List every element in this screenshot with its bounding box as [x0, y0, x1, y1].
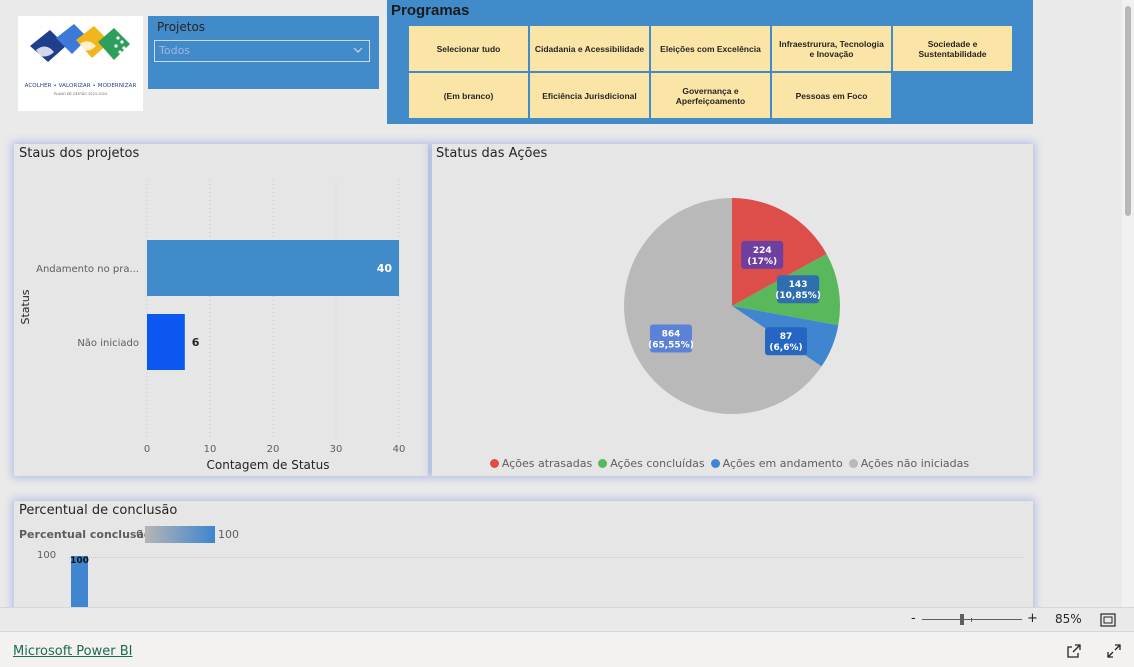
logo-graphic: [30, 24, 130, 62]
x-tick-label: 30: [330, 444, 343, 455]
pie-label-percent: (6,6%): [769, 343, 802, 353]
y-category-label: Não iniciado: [77, 338, 139, 349]
status-acoes-chart: 224(17%) 143(10,85%) 87(6,6%) 864(65,55%): [624, 198, 840, 414]
zoom-bar: - + 85%: [0, 607, 1134, 631]
projetos-dropdown-value: Todos: [159, 44, 191, 57]
legend-marker: [489, 459, 499, 468]
gradient-legend-label: Percentual conclusão: [19, 528, 152, 541]
gradient-legend-bar: [145, 526, 215, 543]
program-chip-governanca[interactable]: Governança e Aperfeiçoamento: [651, 73, 770, 118]
bar-data-label: 6: [192, 336, 200, 349]
legend-label: Ações em andamento: [722, 457, 843, 470]
pie-label-percent: (10,85%): [775, 291, 821, 301]
logo: ACOLHER • VALORIZAR • MODERNIZAR PLANO D…: [18, 16, 143, 111]
pie-label-percent: (17%): [747, 257, 777, 267]
percentual-card: Percentual de conclusão Percentual concl…: [14, 501, 1033, 607]
y-category-label: Andamento no pra...: [36, 264, 139, 275]
report-canvas: ACOLHER • VALORIZAR • MODERNIZAR PLANO D…: [0, 0, 1134, 607]
legend-label: Ações atrasadas: [501, 457, 593, 470]
zoom-level: 85%: [1055, 612, 1082, 626]
footer: Microsoft Power BI: [0, 631, 1134, 667]
pie-label-percent: (65,55%): [648, 340, 694, 350]
percentual-title: Percentual de conclusão: [19, 503, 178, 518]
legend-label: Ações concluídas: [610, 457, 705, 470]
status-acoes-card: Status das Ações 224 (17%) 143 (10,85%) 87 (6…: [432, 144, 1033, 476]
programas-title: Programas: [391, 2, 470, 19]
program-chip-eleicoes[interactable]: Eleições com Excelência: [651, 26, 770, 71]
program-chip-pessoas[interactable]: Pessoas em Foco: [772, 73, 891, 118]
logo-caption: ACOLHER • VALORIZAR • MODERNIZAR: [24, 83, 137, 89]
legend-item[interactable]: Ações não iniciadas: [848, 457, 970, 470]
logo-subcaption: PLANO DE GESTÃO 2023-2024: [53, 92, 108, 96]
pie-label-value: 143: [789, 280, 808, 290]
programas-slicer: Programas Selecionar tudo Cidadania e Ac…: [387, 0, 1033, 124]
scrollbar-thumb[interactable]: [1125, 6, 1131, 216]
legend-marker: [710, 459, 720, 468]
power-bi-link[interactable]: Microsoft Power BI: [13, 644, 132, 659]
y-axis-title: Status: [19, 289, 32, 324]
status-acoes-legend: Ações atrasadas Ações concluídas Ações em …: [432, 453, 1033, 472]
projetos-slicer-title: Projetos: [157, 20, 206, 34]
status-projetos-chart: 0 10 20 30 40 Andamento no pra... 40 Não inicia…: [19, 180, 406, 472]
program-chip-infraestrutura[interactable]: Infraestrurura, Tecnologia e Inovação: [772, 26, 891, 71]
bar[interactable]: [147, 240, 399, 296]
legend-item[interactable]: Ações concluídas: [598, 457, 705, 470]
chevron-down-icon: [353, 47, 363, 53]
gradient-legend-max: 100: [218, 528, 239, 541]
bar-data-label: 40: [377, 262, 393, 275]
zoom-slider-thumb[interactable]: [960, 614, 964, 625]
fit-to-page-icon[interactable]: [1100, 613, 1116, 627]
status-projetos-card: Staus dos projetos 0 10 20 30 40 Andamento no…: [14, 144, 428, 476]
x-tick-label: 10: [204, 444, 217, 455]
zoom-slider-track[interactable]: [922, 619, 1022, 620]
program-chip-sociedade[interactable]: Sociedade e Sustentabilidade: [893, 26, 1012, 71]
x-axis-title: Contagem de Status: [207, 458, 330, 472]
program-chip-em-branco[interactable]: (Em branco): [409, 73, 528, 118]
zoom-out-button[interactable]: -: [911, 611, 916, 626]
legend-item[interactable]: Ações atrasadas: [489, 457, 593, 470]
percentual-bar-label: 100: [70, 556, 89, 566]
fullscreen-icon[interactable]: [1106, 643, 1122, 659]
share-icon[interactable]: [1066, 643, 1082, 659]
percentual-y-tick: 100: [37, 550, 57, 561]
zoom-in-button[interactable]: +: [1027, 611, 1038, 626]
projetos-slicer: Projetos Todos: [148, 16, 379, 89]
program-chip-cidadania[interactable]: Cidadania e Acessibilidade: [530, 26, 649, 71]
zoom-slider-midmark: [971, 618, 972, 622]
pie-label-value: 864: [662, 329, 681, 339]
legend-marker: [598, 459, 608, 468]
program-chip-eficiencia[interactable]: Eficiência Jurisdicional: [530, 73, 649, 118]
pie-label-value: 224: [753, 246, 772, 256]
legend-item[interactable]: Ações em andamento: [710, 457, 843, 470]
x-tick-label: 40: [393, 444, 406, 455]
x-tick-label: 20: [267, 444, 280, 455]
percentual-gridline: [69, 557, 1024, 558]
legend-marker: [848, 459, 858, 468]
gradient-legend-min: 0: [136, 528, 143, 541]
x-tick-label: 0: [144, 444, 150, 455]
legend-label: Ações não iniciadas: [860, 457, 970, 470]
bar[interactable]: [147, 314, 185, 370]
vertical-scrollbar[interactable]: [1122, 0, 1134, 607]
pie-label-value: 87: [780, 332, 793, 342]
projetos-dropdown[interactable]: Todos: [154, 40, 370, 62]
program-chip-selecionar-tudo[interactable]: Selecionar tudo: [409, 26, 528, 71]
